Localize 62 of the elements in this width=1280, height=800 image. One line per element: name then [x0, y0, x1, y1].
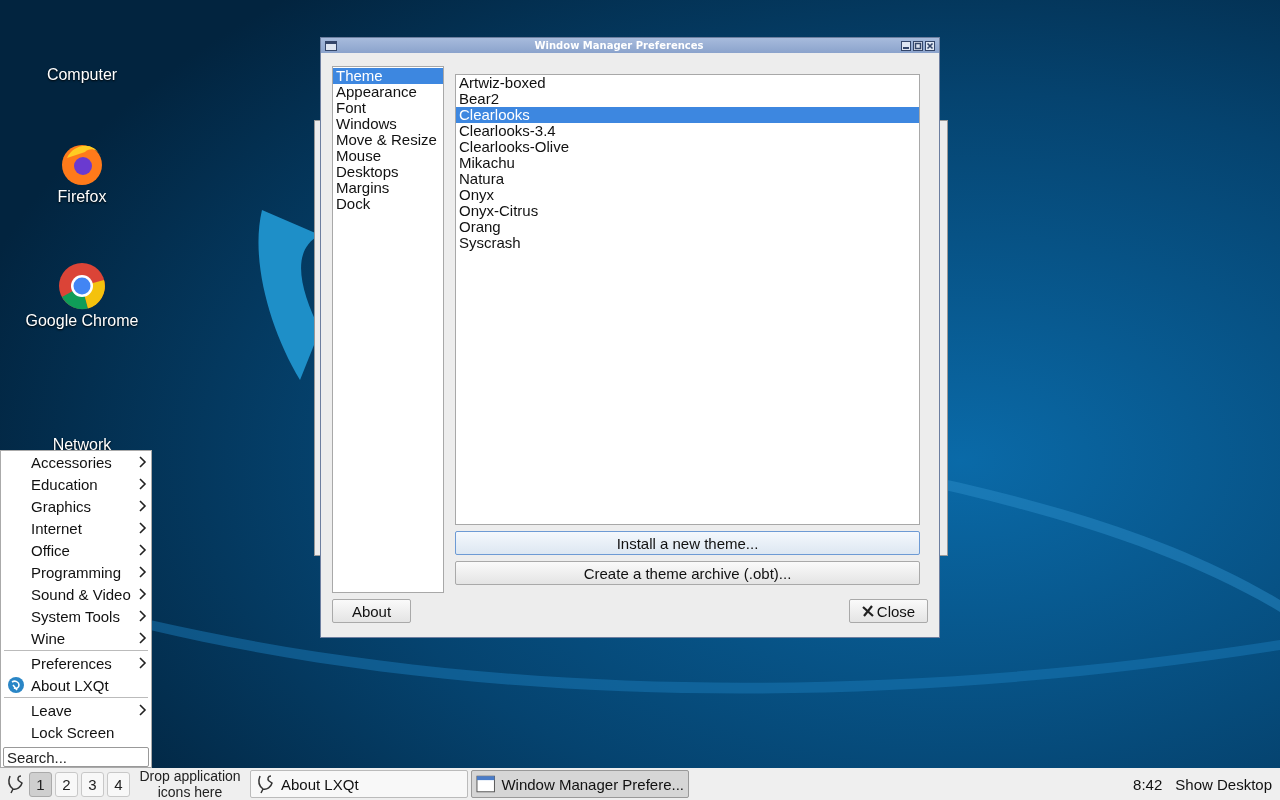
list-item[interactable]: Clearlooks-3.4 [456, 123, 919, 139]
menu-item[interactable]: System Tools [1, 605, 151, 627]
search-field[interactable]: Search... [3, 747, 149, 767]
close-icon [925, 40, 935, 51]
category-item[interactable]: Appearance [333, 84, 443, 100]
create-archive-button[interactable]: Create a theme archive (.obt)... [455, 561, 920, 585]
menu-item[interactable]: Programming [1, 561, 151, 583]
list-item[interactable]: Syscrash [456, 235, 919, 251]
install-theme-button[interactable]: Install a new theme... [455, 531, 920, 555]
about-button[interactable]: About [332, 599, 411, 623]
close-icon [861, 605, 874, 617]
desktop-button[interactable]: 1 [29, 771, 52, 797]
menu-item[interactable]: Internet [1, 517, 151, 539]
category-item[interactable]: Theme [333, 68, 443, 84]
category-item[interactable]: Margins [333, 180, 443, 196]
icon-label[interactable]: Firefox [57, 188, 107, 206]
menu-item[interactable]: Accessories [1, 451, 151, 473]
list-item[interactable]: Onyx [456, 187, 919, 203]
list-item[interactable]: Bear2 [456, 91, 919, 107]
bird-icon [7, 676, 25, 694]
category-item[interactable]: Font [333, 100, 443, 116]
drop-hint: Drop application icons here [138, 768, 242, 800]
category-item[interactable]: Dock [333, 196, 443, 212]
desktop-button[interactable]: 3 [81, 771, 104, 797]
icon-label[interactable]: Computer [46, 66, 118, 84]
menu-item[interactable]: Leave [1, 699, 151, 721]
desktop-button[interactable]: 4 [107, 771, 130, 797]
list-item[interactable]: Clearlooks [456, 107, 919, 123]
icon-label[interactable]: Network [52, 436, 112, 454]
minimize-icon [901, 40, 911, 51]
menu-item[interactable]: Wine [1, 627, 151, 649]
category-item[interactable]: Windows [333, 116, 443, 132]
list-item[interactable]: Artwiz-boxed [456, 75, 919, 91]
bird-icon [255, 773, 275, 795]
menu-item[interactable]: Graphics [1, 495, 151, 517]
window-title: Window Manager Preferences [533, 40, 705, 51]
list-item[interactable]: Onyx-Citrus [456, 203, 919, 219]
list-item[interactable]: Natura [456, 171, 919, 187]
clock[interactable]: 8:42 [1133, 775, 1163, 793]
category-item[interactable]: Move & Resize [333, 132, 443, 148]
bird-icon [5, 773, 25, 795]
menu-item[interactable]: Lock Screen [1, 721, 151, 743]
list-item[interactable]: Clearlooks-Olive [456, 139, 919, 155]
list-item[interactable]: Mikachu [456, 155, 919, 171]
show-desktop-button[interactable]: Show Desktop [1175, 775, 1272, 793]
task-button[interactable]: Window Manager Prefere... [471, 770, 689, 798]
icon-label[interactable]: Google Chrome [25, 312, 139, 330]
maximize-icon [913, 40, 923, 51]
menu-item[interactable]: Office [1, 539, 151, 561]
window-icon [476, 775, 496, 793]
list-item[interactable]: Orang [456, 219, 919, 235]
category-item[interactable]: Desktops [333, 164, 443, 180]
window-menu-icon [325, 40, 337, 51]
menu-item[interactable]: About LXQt [1, 674, 151, 696]
desktop-button[interactable]: 2 [55, 771, 78, 797]
circle-ring-icon [58, 262, 106, 310]
menu-item[interactable]: Sound & Video [1, 583, 151, 605]
task-button[interactable]: About LXQt [250, 770, 468, 798]
menu-item[interactable]: Education [1, 473, 151, 495]
menu-item[interactable]: Preferences [1, 652, 151, 674]
category-item[interactable]: Mouse [333, 148, 443, 164]
close-button[interactable]: Close [849, 599, 928, 623]
